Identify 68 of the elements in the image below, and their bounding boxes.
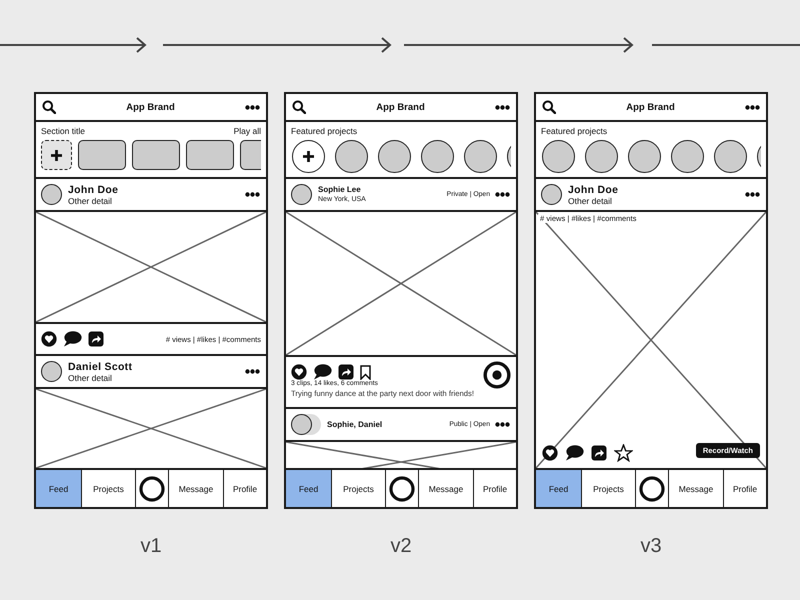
avatar [41,184,62,205]
record-tab[interactable] [386,470,419,507]
avatar [541,184,562,205]
comment-icon[interactable] [63,331,82,347]
comment-icon[interactable] [565,445,584,461]
menu-icon[interactable] [495,104,510,110]
avatar [41,361,62,382]
record-tab[interactable] [136,470,169,507]
project-thumbnail[interactable] [421,140,454,173]
share-icon[interactable] [88,331,104,347]
project-thumbnail[interactable] [335,140,368,173]
user-name: Sophie Lee [318,184,362,194]
user-detail: Other detail [568,196,613,206]
add-button[interactable] [41,140,72,170]
add-button[interactable] [292,140,325,173]
bookmark-icon[interactable] [360,364,371,380]
more-icon[interactable] [495,192,510,197]
record-tab[interactable] [636,470,669,507]
project-thumbnail[interactable] [464,140,497,173]
media-thumbnail[interactable] [132,140,180,170]
nav-tab[interactable]: Feed [286,470,332,507]
app-title: App Brand [126,102,175,112]
user-name: John Doe [68,184,120,196]
share-icon[interactable] [591,445,607,461]
user-detail: Other detail [68,196,113,206]
share-icon[interactable] [338,364,354,380]
play-all-link[interactable]: Play all [234,126,261,136]
user-name: Daniel Scott [68,360,134,372]
section-title: Section title [41,126,85,136]
plus-icon [302,150,315,163]
more-icon[interactable] [495,422,510,427]
user-detail: Other detail [68,372,113,382]
ring-icon [389,476,415,502]
comment-icon[interactable] [313,364,332,380]
version-label: v3 [640,535,662,558]
version-label: v2 [390,535,412,558]
user-name: Sophie, Daniel [327,420,384,430]
search-icon[interactable] [542,100,556,114]
search-icon[interactable] [42,100,56,114]
record-icon[interactable] [483,361,511,389]
media-thumbnail[interactable] [78,140,126,170]
project-thumbnail[interactable] [714,140,747,173]
search-icon[interactable] [292,100,306,114]
project-thumbnail[interactable] [378,140,411,173]
project-thumbnail[interactable] [542,140,575,173]
user-name: John Doe [568,184,620,196]
avatar [291,184,312,205]
more-icon[interactable] [745,192,760,197]
media-thumbnail[interactable] [186,140,234,170]
section-title: Featured projects [541,126,608,136]
plus-icon [50,148,63,162]
project-thumbnail[interactable] [628,140,661,173]
more-icon[interactable] [245,369,260,374]
nav-tab[interactable]: Feed [36,470,82,507]
project-thumbnail[interactable] [671,140,704,173]
ring-icon [139,476,165,502]
menu-icon[interactable] [245,104,260,110]
section-title: Featured projects [291,126,358,136]
ring-icon [639,476,665,502]
app-title: App Brand [376,102,425,112]
version-label: v1 [140,535,162,558]
group-avatar [291,414,321,435]
app-title: App Brand [626,102,675,112]
project-thumbnail[interactable] [585,140,618,173]
nav-tab[interactable]: Feed [536,470,582,507]
menu-icon[interactable] [745,104,760,110]
more-icon[interactable] [245,192,260,197]
star-icon[interactable] [614,444,633,462]
